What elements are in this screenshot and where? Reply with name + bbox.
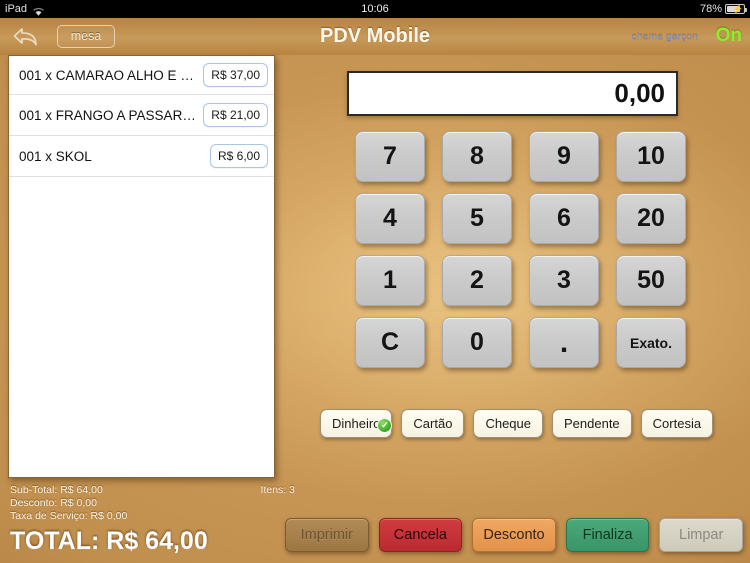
order-items-panel[interactable]: 001 x CAMARAO ALHO E O… R$ 37,00 001 x F… <box>8 55 275 478</box>
payment-method-cortesia[interactable]: Cortesia <box>640 409 714 438</box>
finalize-button[interactable]: Finaliza <box>565 518 650 552</box>
order-item-label: 001 x SKOL <box>19 148 92 164</box>
keypad-key-3[interactable]: 3 <box>529 255 599 306</box>
numeric-keypad: 7 8 9 10 4 5 6 20 1 2 3 50 C 0 . Exato. <box>355 131 686 375</box>
keypad-key-50[interactable]: 50 <box>616 255 686 306</box>
order-item-price[interactable]: R$ 21,00 <box>203 103 268 127</box>
keypad-key-6[interactable]: 6 <box>529 193 599 244</box>
keypad-key-9[interactable]: 9 <box>529 131 599 182</box>
keypad-key-8[interactable]: 8 <box>442 131 512 182</box>
keypad-key-exact[interactable]: Exato. <box>616 317 686 368</box>
battery-percent-label: 78% <box>699 3 722 15</box>
call-waiter-label: chama garçon <box>631 31 698 43</box>
table-row[interactable]: 001 x FRANGO A PASSARI… R$ 21,00 <box>9 95 274 136</box>
clear-button[interactable]: Limpar <box>659 518 743 552</box>
payment-method-label: Dinheiro <box>332 416 381 431</box>
discount-label: Desconto: R$ 0,00 <box>10 497 97 509</box>
payment-method-cheque[interactable]: Cheque <box>473 409 543 438</box>
clock-label: 10:06 <box>361 3 389 15</box>
totals-summary: Itens: 3 Sub-Total: R$ 64,00 Desconto: R… <box>10 484 295 556</box>
grand-total-label: TOTAL: R$ 64,00 <box>10 527 208 555</box>
print-button[interactable]: Imprimir <box>285 518 369 552</box>
keypad-key-clear[interactable]: C <box>355 317 425 368</box>
items-count-label: Itens: 3 <box>260 484 295 496</box>
ios-status-bar: iPad 10:06 78% ⚡ <box>0 0 750 18</box>
order-item-label: 001 x FRANGO A PASSARI… <box>19 107 200 123</box>
keypad-key-2[interactable]: 2 <box>442 255 512 306</box>
check-circle-icon: ✓ <box>377 418 393 433</box>
action-button-bar: Imprimir Cancela Desconto Finaliza Limpa… <box>285 518 743 552</box>
sub-total-label: Sub-Total: R$ 64,00 <box>10 484 103 496</box>
discount-button[interactable]: Desconto <box>472 518 556 552</box>
keypad-key-0[interactable]: 0 <box>442 317 512 368</box>
table-row[interactable]: 001 x SKOL R$ 6,00 <box>9 136 274 177</box>
payment-method-dinheiro[interactable]: Dinheiro ✓ <box>320 409 393 438</box>
order-item-price[interactable]: R$ 6,00 <box>209 144 268 168</box>
keypad-key-7[interactable]: 7 <box>355 131 425 182</box>
battery-charging-icon: ⚡ <box>725 4 747 14</box>
table-row[interactable]: 001 x CAMARAO ALHO E O… R$ 37,00 <box>9 56 274 95</box>
service-fee-label: Taxa de Serviço: R$ 0,00 <box>10 510 128 522</box>
keypad-key-5[interactable]: 5 <box>442 193 512 244</box>
keypad-key-20[interactable]: 20 <box>616 193 686 244</box>
order-item-price[interactable]: R$ 37,00 <box>203 63 268 87</box>
payment-method-cartao[interactable]: Cartão <box>401 409 465 438</box>
keypad-key-4[interactable]: 4 <box>355 193 425 244</box>
call-waiter-toggle-state[interactable]: On <box>716 25 742 47</box>
payment-method-pendente[interactable]: Pendente <box>552 409 632 438</box>
status-bar-right: 78% ⚡ <box>699 0 747 18</box>
payment-method-bar: Dinheiro ✓ Cartão Cheque Pendente Cortes… <box>320 409 714 438</box>
amount-display-field[interactable]: 0,00 <box>347 71 678 116</box>
keypad-key-decimal[interactable]: . <box>529 317 599 368</box>
pos-app-screen: iPad 10:06 78% ⚡ mesa PDV Mobile chama g… <box>0 0 750 563</box>
keypad-key-1[interactable]: 1 <box>355 255 425 306</box>
order-item-label: 001 x CAMARAO ALHO E O… <box>19 67 204 83</box>
top-navigation-bar: mesa PDV Mobile chama garçon On <box>0 18 750 55</box>
cancel-button[interactable]: Cancela <box>378 518 463 552</box>
keypad-key-10[interactable]: 10 <box>616 131 686 182</box>
